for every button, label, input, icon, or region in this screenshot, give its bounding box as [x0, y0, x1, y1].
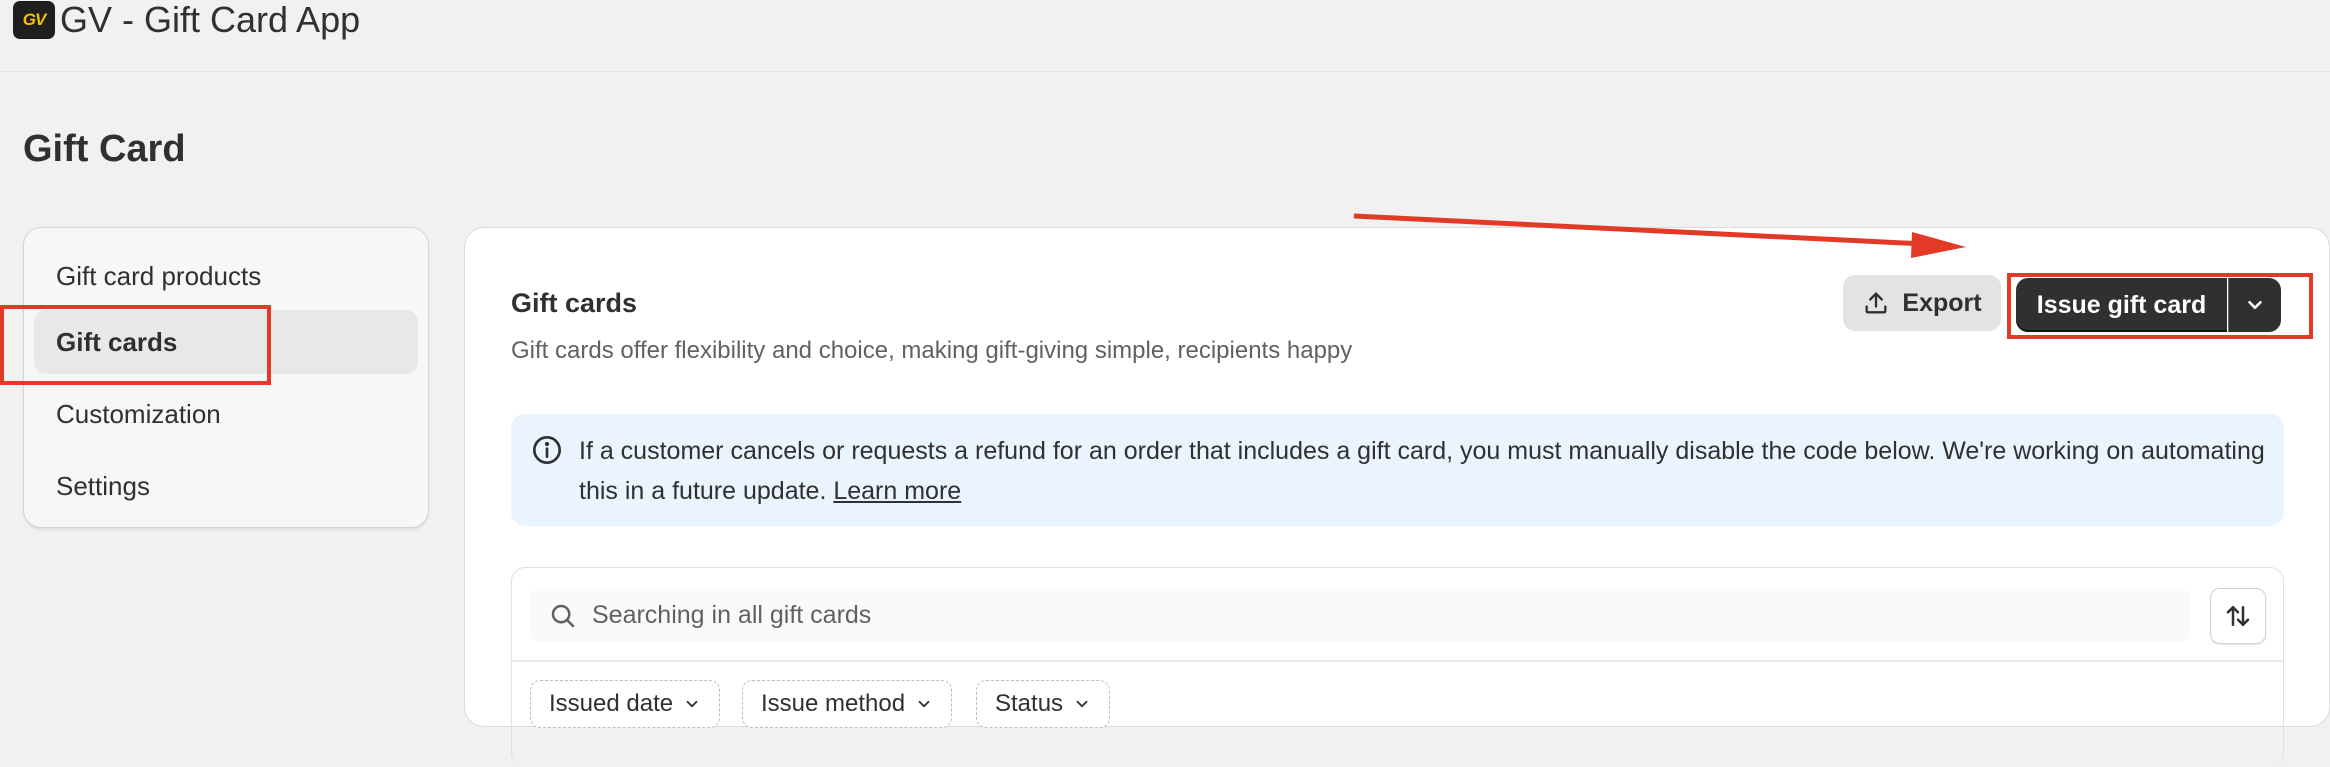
app-logo: GV	[13, 1, 55, 39]
chevron-down-icon	[918, 700, 930, 708]
search-input[interactable]: Searching in all gift cards	[530, 588, 2190, 642]
annotation-highlight-issue-button	[2007, 273, 2313, 339]
upload-icon	[1865, 292, 1887, 314]
info-banner: If a customer cancels or requests a refu…	[511, 414, 2284, 526]
filter-issued-date[interactable]: Issued date	[530, 680, 721, 728]
section-subtitle: Gift cards offer flexibility and choice,…	[511, 337, 1353, 364]
filter-label: Issued date	[549, 690, 674, 717]
filter-label: Issue method	[761, 690, 906, 717]
sort-icon	[2226, 606, 2250, 626]
filter-issue-method[interactable]: Issue method	[742, 680, 953, 728]
info-icon	[533, 436, 561, 464]
chevron-down-icon	[686, 700, 698, 708]
gift-cards-table: Searching in all gift cards Issued date …	[511, 567, 2284, 767]
filter-label: Status	[995, 690, 1064, 717]
search-icon	[551, 604, 575, 628]
banner-message: If a customer cancels or requests a refu…	[579, 431, 2269, 511]
sort-button[interactable]	[2210, 588, 2266, 644]
divider	[512, 660, 2283, 662]
sidebar-item-gift-card-products[interactable]: Gift card products	[34, 244, 418, 308]
section-title: Gift cards	[511, 288, 638, 318]
search-placeholder: Searching in all gift cards	[592, 601, 872, 629]
sidebar-item-customization[interactable]: Customization	[34, 382, 418, 446]
export-label: Export	[1902, 288, 1982, 317]
sidebar-item-settings[interactable]: Settings	[34, 454, 418, 518]
app-header: GV GV - Gift Card App	[0, 0, 2330, 72]
export-button[interactable]: Export	[1843, 275, 2001, 331]
page-title: Gift Card	[23, 128, 186, 170]
app-title: GV - Gift Card App	[60, 0, 361, 40]
chevron-down-icon	[1076, 700, 1088, 708]
filter-status[interactable]: Status	[976, 680, 1111, 728]
annotation-highlight-gift-cards	[0, 305, 271, 385]
learn-more-link[interactable]: Learn more	[833, 477, 961, 505]
banner-text: If a customer cancels or requests a refu…	[579, 437, 2265, 505]
